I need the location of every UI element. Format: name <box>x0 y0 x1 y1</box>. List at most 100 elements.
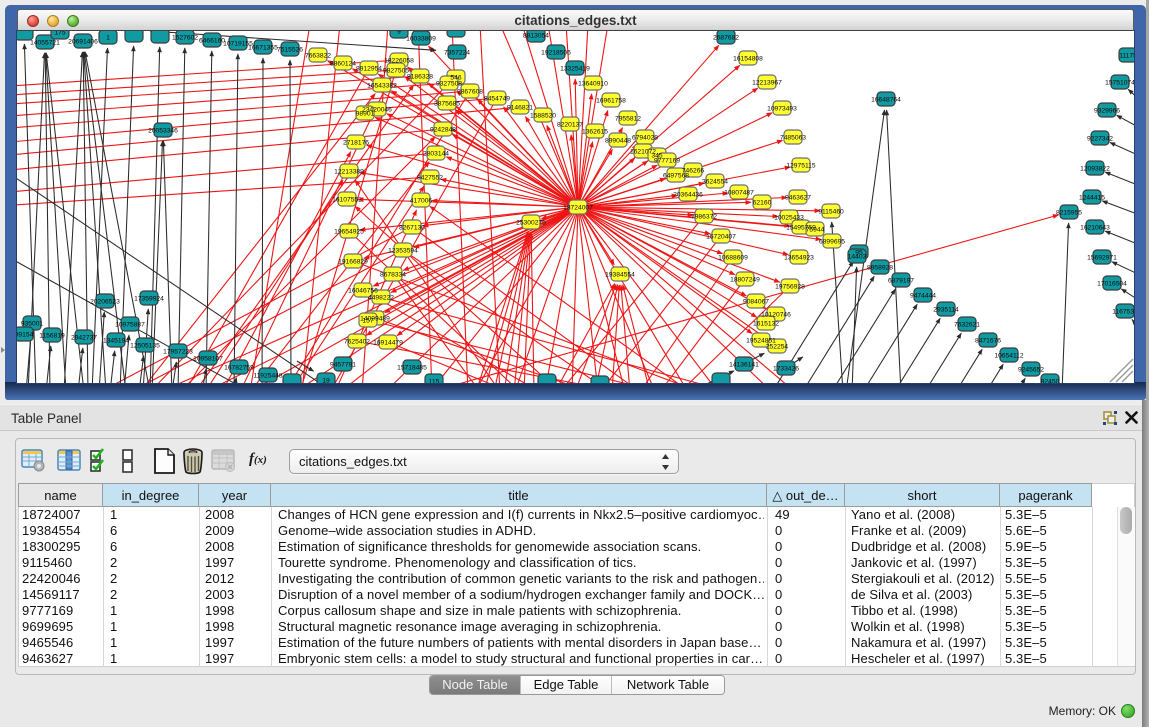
svg-text:16543382: 16543382 <box>367 82 397 89</box>
svg-text:1362615: 1362615 <box>582 128 608 135</box>
svg-text:19218506: 19218506 <box>541 49 571 56</box>
svg-text:9827505: 9827505 <box>383 67 409 74</box>
svg-text:15718485: 15718485 <box>397 364 427 371</box>
svg-text:9242848: 9242848 <box>430 126 456 133</box>
svg-text:11175: 11175 <box>1119 52 1134 59</box>
svg-text:19654925: 19654925 <box>334 228 364 235</box>
svg-text:8678334: 8678334 <box>380 271 406 278</box>
svg-text:98901: 98901 <box>356 110 375 117</box>
svg-text:9084067: 9084067 <box>743 298 769 305</box>
svg-text:1244415: 1244415 <box>1079 194 1105 201</box>
svg-text:16671355: 16671355 <box>248 44 278 51</box>
svg-text:12975115: 12975115 <box>786 162 816 169</box>
svg-text:10958107: 10958107 <box>193 355 223 362</box>
svg-text:1345194: 1345194 <box>103 337 129 344</box>
svg-text:75944: 75944 <box>806 226 825 233</box>
svg-text:18724007: 18724007 <box>563 204 593 211</box>
svg-text:7515526: 7515526 <box>277 46 303 53</box>
svg-text:20206523: 20206523 <box>90 298 120 305</box>
svg-text:19756928: 19756928 <box>775 283 805 290</box>
svg-text:16033809: 16033809 <box>406 35 436 42</box>
svg-text:2935114: 2935114 <box>933 306 959 313</box>
svg-text:9474444: 9474444 <box>910 292 936 299</box>
svg-text:15692971: 15692971 <box>1087 254 1117 261</box>
svg-text:1: 1 <box>106 34 110 41</box>
svg-text:1167533: 1167533 <box>1112 308 1134 315</box>
svg-text:9: 9 <box>397 31 401 35</box>
svg-text:12213389: 12213389 <box>334 168 364 175</box>
svg-text:16210643: 16210643 <box>1080 224 1110 231</box>
svg-text:10973493: 10973493 <box>767 105 797 112</box>
svg-text:8215955: 8215955 <box>1056 209 1082 216</box>
svg-text:417006: 417006 <box>410 197 433 204</box>
svg-text:3875685: 3875685 <box>434 100 460 107</box>
svg-text:10025433: 10025433 <box>774 214 804 221</box>
svg-text:1527602: 1527602 <box>172 34 198 41</box>
svg-text:9245652: 9245652 <box>1018 366 1044 373</box>
svg-text:1733426: 1733426 <box>773 365 799 372</box>
svg-text:12505135: 12505135 <box>130 342 160 349</box>
svg-text:9115460: 9115460 <box>818 208 844 215</box>
svg-text:252254: 252254 <box>766 343 789 350</box>
svg-text:12093822: 12093822 <box>1080 165 1110 172</box>
svg-text:7625402: 7625402 <box>344 338 370 345</box>
svg-text:2803144: 2803144 <box>423 150 449 157</box>
svg-text:16914479: 16914479 <box>373 339 403 346</box>
svg-text:2687682: 2687682 <box>713 34 739 41</box>
svg-text:13654923: 13654923 <box>784 254 814 261</box>
svg-text:19384554: 19384554 <box>605 271 635 278</box>
svg-text:8454749: 8454749 <box>484 95 510 102</box>
svg-text:16782759: 16782759 <box>224 364 254 371</box>
svg-text:4498222: 4498222 <box>368 294 394 301</box>
svg-text:19: 19 <box>322 377 330 383</box>
svg-text:1588520: 1588520 <box>530 112 556 119</box>
svg-text:12213967: 12213967 <box>752 79 782 86</box>
svg-text:7485063: 7485063 <box>780 134 806 141</box>
svg-text:11925448: 11925448 <box>253 372 283 379</box>
svg-text:9777169: 9777169 <box>654 157 680 164</box>
svg-text:10120746: 10120746 <box>761 311 791 318</box>
svg-text:1156819: 1156819 <box>39 332 65 339</box>
svg-text:6497568: 6497568 <box>663 172 689 179</box>
svg-text:2942737: 2942737 <box>71 334 97 341</box>
svg-text:7632621: 7632621 <box>954 321 980 328</box>
svg-text:115: 115 <box>429 378 440 383</box>
svg-text:10807487: 10807487 <box>724 189 754 196</box>
svg-text:39154: 39154 <box>17 331 34 338</box>
svg-text:157: 157 <box>362 317 373 324</box>
svg-text:8267130: 8267130 <box>399 224 425 231</box>
svg-text:7663822: 7663822 <box>305 52 331 59</box>
svg-text:20053346: 20053346 <box>148 127 178 134</box>
svg-text:25300275: 25300275 <box>516 219 546 226</box>
svg-text:16961758: 16961758 <box>596 97 626 104</box>
svg-text:13640910: 13640910 <box>578 80 608 87</box>
svg-text:12353594: 12353594 <box>388 247 418 254</box>
svg-text:9327508: 9327508 <box>436 80 462 87</box>
svg-text:16046756: 16046756 <box>348 287 378 294</box>
svg-text:935001: 935001 <box>21 320 44 327</box>
svg-text:20364436: 20364436 <box>673 191 703 198</box>
svg-text:1615132: 1615132 <box>753 320 779 327</box>
svg-text:8860124: 8860124 <box>330 60 356 67</box>
svg-text:17016504: 17016504 <box>1097 280 1127 287</box>
svg-text:18226058: 18226058 <box>384 57 414 64</box>
svg-text:8186328: 8186328 <box>407 73 433 80</box>
svg-text:6466160: 6466160 <box>199 37 225 44</box>
svg-text:8990448: 8990448 <box>605 137 631 144</box>
svg-text:6879197: 6879197 <box>888 277 914 284</box>
svg-text:20691406: 20691406 <box>68 38 98 45</box>
svg-text:8427552: 8427552 <box>417 174 443 181</box>
svg-text:92450: 92450 <box>1041 378 1060 383</box>
svg-text:10975887: 10975887 <box>115 321 145 328</box>
svg-text:8220137: 8220137 <box>557 121 583 128</box>
svg-text:7955812: 7955812 <box>615 115 641 122</box>
svg-text:16107552: 16107552 <box>332 196 362 203</box>
svg-text:17957223: 17957223 <box>163 348 193 355</box>
svg-text:2867608: 2867608 <box>457 88 483 95</box>
svg-text:8912954: 8912954 <box>356 65 382 72</box>
svg-text:10654112: 10654112 <box>994 352 1024 359</box>
svg-text:14055721: 14055721 <box>30 39 60 46</box>
svg-text:15720407: 15720407 <box>706 233 736 240</box>
svg-text:15751074: 15751074 <box>1105 79 1134 86</box>
svg-text:9146821: 9146821 <box>507 104 533 111</box>
